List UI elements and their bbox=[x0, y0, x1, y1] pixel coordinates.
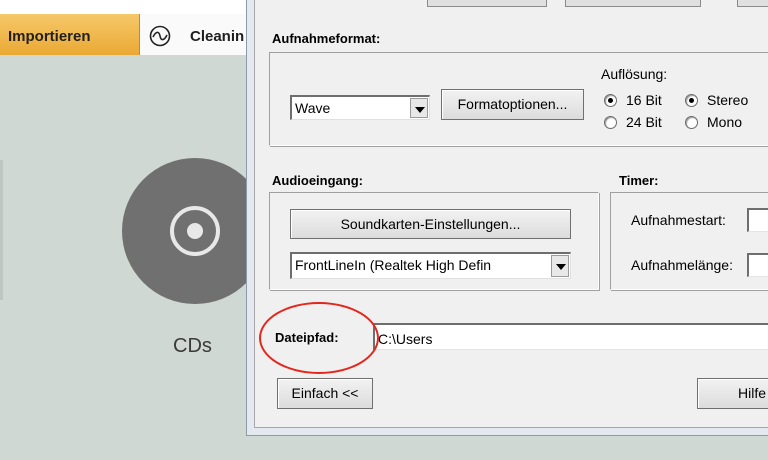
simple-mode-button[interactable]: Einfach << bbox=[277, 378, 373, 409]
audio-device-value: FrontLineIn (Realtek High Defin bbox=[295, 257, 492, 273]
left-panel-edge bbox=[0, 160, 3, 300]
radio-stereo-label[interactable]: Stereo bbox=[707, 92, 748, 108]
top-button-2[interactable] bbox=[565, 0, 701, 7]
radio-stereo[interactable] bbox=[685, 94, 698, 107]
cd-ring bbox=[170, 206, 220, 256]
top-button-3[interactable] bbox=[737, 0, 768, 7]
help-button[interactable]: Hilfe bbox=[697, 378, 768, 409]
timer-group bbox=[610, 192, 768, 291]
radio-mono-label[interactable]: Mono bbox=[707, 114, 742, 130]
highlight-annotation-circle bbox=[259, 302, 379, 374]
format-dropdown-value: Wave bbox=[295, 100, 331, 116]
top-button-1[interactable] bbox=[427, 0, 547, 7]
timer-start-label: Aufnahmestart: bbox=[631, 212, 726, 228]
timer-length-label: Aufnahmelänge: bbox=[631, 257, 733, 273]
timer-length-input[interactable] bbox=[747, 253, 768, 277]
audio-input-heading: Audioeingang: bbox=[272, 173, 363, 188]
radio-24-bit-label[interactable]: 24 Bit bbox=[626, 114, 662, 130]
resolution-label: Auflösung: bbox=[601, 66, 668, 82]
tab-cleaning-label: Cleanin bbox=[190, 28, 245, 45]
chevron-down-icon[interactable] bbox=[410, 98, 428, 118]
timer-heading: Timer: bbox=[619, 173, 659, 188]
radio-16-bit-label[interactable]: 16 Bit bbox=[626, 92, 662, 108]
cd-center-hole bbox=[187, 223, 203, 239]
soundcard-settings-button[interactable]: Soundkarten-Einstellungen... bbox=[290, 209, 571, 239]
tab-cleaning[interactable]: Cleanin bbox=[140, 14, 250, 55]
tab-importieren[interactable]: Importieren bbox=[0, 14, 140, 55]
radio-16-bit[interactable] bbox=[604, 94, 617, 107]
timer-start-input[interactable] bbox=[747, 208, 768, 232]
chevron-down-icon[interactable] bbox=[551, 255, 569, 277]
format-options-button[interactable]: Formatoptionen... bbox=[441, 89, 584, 120]
cleaning-wave-icon bbox=[149, 25, 171, 47]
audio-device-dropdown[interactable]: FrontLineIn (Realtek High Defin bbox=[290, 252, 571, 279]
filepath-value: C:\Users bbox=[378, 331, 433, 347]
filepath-input[interactable]: C:\Users bbox=[373, 323, 768, 350]
format-dropdown[interactable]: Wave bbox=[290, 95, 430, 120]
radio-24-bit[interactable] bbox=[604, 116, 617, 129]
cd-label[interactable]: CDs bbox=[173, 335, 212, 358]
radio-mono[interactable] bbox=[685, 116, 698, 129]
recording-format-heading: Aufnahmeformat: bbox=[272, 31, 381, 46]
